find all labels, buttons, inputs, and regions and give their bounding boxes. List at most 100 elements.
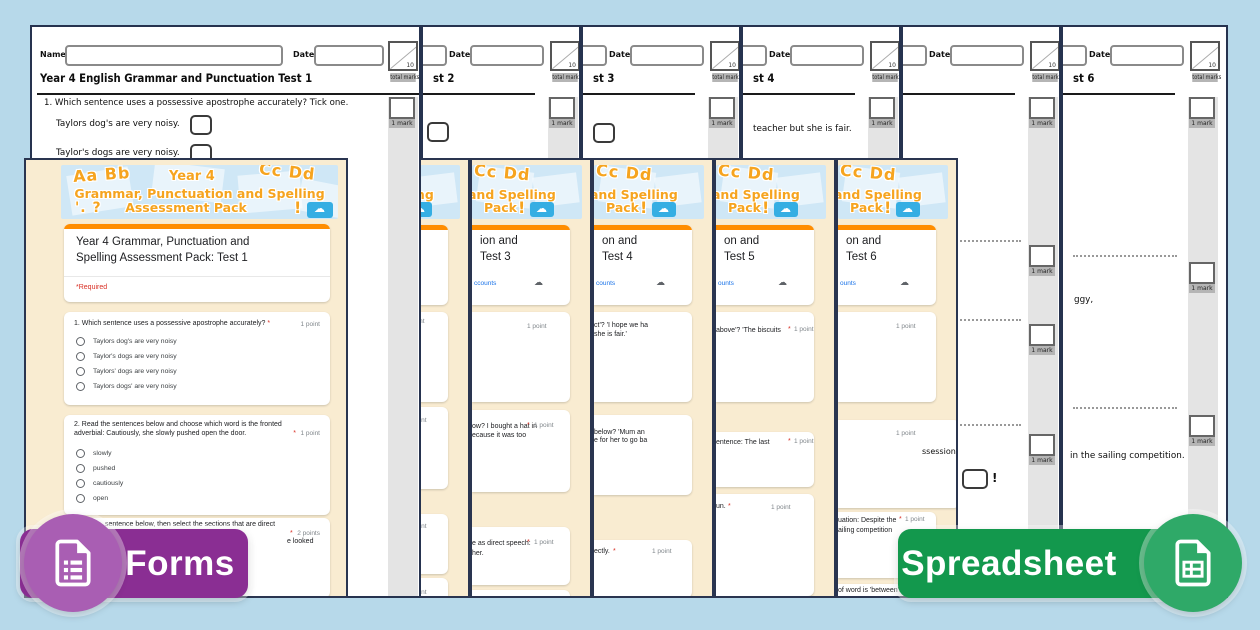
total-marks-value: 10 [728,62,736,69]
name-input[interactable] [581,45,607,66]
points-label: 1 point [905,516,925,523]
mark-box-unit: 1 mark [549,97,575,133]
radio-label: Taylors dog's are very noisy [93,338,177,345]
form-accent-bar [716,225,814,230]
paper-option: Taylor's dogs are very noisy. [56,148,180,158]
mark-label: 1 mark [549,119,575,128]
points-label: 1 point [896,430,916,437]
form-question-card: e as direct speech:*1 pointher. [472,527,570,585]
twinkl-cloud-icon: ☁ [902,204,913,215]
form-title-line2: Spelling Assessment Pack: Test 1 [76,252,248,264]
paper-option: Taylors dog's are very noisy. [56,119,180,129]
mark-box [1029,324,1055,346]
date-input[interactable] [790,45,864,66]
banner-title-line2-fragment: Pack [728,200,761,215]
points-label: 1 point [534,539,554,546]
total-marks-label: total marks [872,73,898,82]
form-title-fragment: on and [846,233,881,249]
radio-button[interactable] [76,479,85,488]
collage-background: { "background_color": "#b7d9ea", "paper_… [0,0,1260,630]
banner-title-line2-fragment: Pack [484,200,517,215]
mark-label: 1 mark [869,119,895,128]
date-input[interactable] [314,45,384,66]
question-text-fragment: above'? 'The biscuits [716,327,781,334]
radio-label: slowly [93,450,112,457]
points-text: 2 points [297,530,320,537]
form-banner: Cc Ddand SpellingPack!☁ [838,165,948,219]
question-text-fragment: her. [472,550,484,557]
paper-text-fragment: in the sailing competition. [1070,451,1185,461]
mark-box-unit: 1 mark [1189,262,1215,298]
form-question-card: above'? 'The biscuits*1 point [716,312,814,402]
switch-accounts-link[interactable]: ounts [840,280,856,287]
total-marks-box: 10 [1190,41,1220,71]
radio-button[interactable] [76,337,85,346]
twinkl-logo: ☁ [652,202,676,217]
name-input[interactable] [1061,45,1087,66]
answer-checkbox[interactable] [427,122,449,142]
date-input[interactable] [630,45,704,66]
name-input[interactable] [421,45,447,66]
mark-box [389,97,415,119]
divider [64,276,330,277]
radio-button[interactable] [76,382,85,391]
question-text-fragment: e for her to go ba [594,437,647,444]
answer-line [1073,407,1177,409]
date-input[interactable] [950,45,1024,66]
form-question-card: entence: The last*1 point [716,432,814,487]
exclamation-mark: ! [992,471,997,485]
radio-button[interactable] [76,494,85,503]
date-input[interactable] [470,45,544,66]
mark-box-unit: 1 mark [1029,245,1055,281]
answer-box[interactable] [962,469,988,489]
points-label: 1 point [652,548,672,555]
answer-checkbox[interactable] [593,123,615,143]
required-star: * [899,516,902,523]
points-text: 1 point [300,430,320,437]
answer-checkbox[interactable] [190,115,212,135]
form-question-card: ct'? 'I hope we hashe is fair.' [594,312,692,402]
required-star: * [293,430,296,437]
form-question-card: un.*1 point [716,494,814,596]
question-text: 1. Which sentence uses a possessive apos… [74,320,270,327]
name-input[interactable] [741,45,767,66]
required-star: * [788,438,791,445]
radio-button[interactable] [76,449,85,458]
form-screenshot: Cc Ddand SpellingPack!☁ion andTest 3ccou… [470,158,592,598]
switch-accounts-link[interactable]: counts [596,280,615,287]
radio-option: Taylors' dogs are very noisy [76,367,177,376]
total-marks-box: 10 [388,41,418,71]
switch-accounts-link[interactable]: ccounts [474,280,496,287]
rule-line [743,93,855,95]
answer-line [1073,255,1177,257]
radio-group: Taylors dog's are very noisyTaylor's dog… [76,337,177,397]
form-title-card: on andTest 4counts☁ [594,225,692,305]
question-text-fragment: un. [716,503,726,510]
name-input[interactable] [901,45,927,66]
mark-box-unit: 1 mark [709,97,735,133]
form-title-testname: Test 5 [724,249,755,265]
question-text-fragment: e as direct speech: [472,540,531,547]
twinkl-logo: ☁ [530,202,554,217]
points-label: 1 point [771,504,791,511]
radio-option: Taylors dogs' are very noisy [76,382,177,391]
switch-accounts-link[interactable]: ounts [718,280,734,287]
required-star: * [267,320,270,327]
form-accent-bar [838,225,936,230]
radio-button[interactable] [76,352,85,361]
mark-label: 1 mark [1029,267,1055,276]
spreadsheet-badge-label: Spreadsheet [901,544,1117,584]
radio-button[interactable] [76,464,85,473]
date-input[interactable] [1110,45,1184,66]
form-title-fragment: on and [724,233,759,249]
name-input[interactable] [65,45,283,66]
radio-button[interactable] [76,367,85,376]
total-marks-label: total marks [1032,73,1058,82]
mark-box-unit: 1 mark [1029,97,1055,133]
banner-exclamation: ! [884,198,892,217]
total-marks-box: 10 [550,41,580,71]
mark-box [1029,97,1055,119]
mark-box-unit: 1 mark [1029,434,1055,470]
total-marks-label: total marks [712,73,738,82]
forms-badge-label: Forms [125,544,234,584]
